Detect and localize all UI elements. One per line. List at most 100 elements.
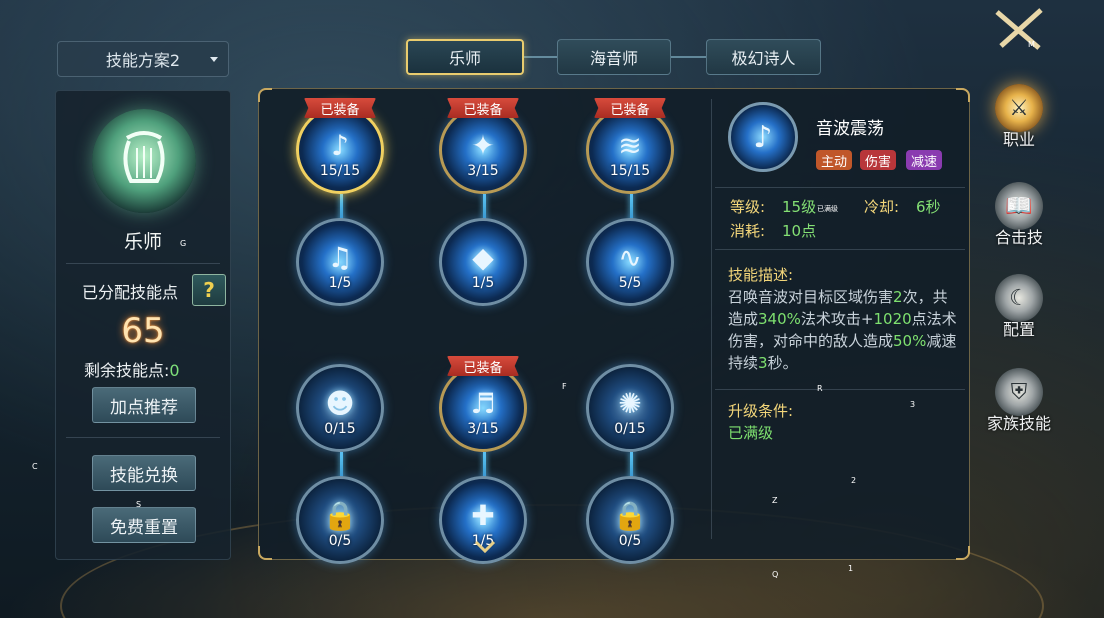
hotkey-hint-s: S xyxy=(136,500,142,509)
description-title: 技能描述: xyxy=(728,266,794,284)
cooldown-value: 6秒 xyxy=(916,198,941,216)
equipped-badge: 已装备 xyxy=(594,98,666,118)
skill-node[interactable]: 🔒 0/5 xyxy=(586,476,674,564)
hotkey-hint-3: 3 xyxy=(910,400,916,409)
skill-scheme-label: 技能方案2 xyxy=(105,51,181,70)
skill-exchange-button[interactable]: 技能兑换 xyxy=(92,455,196,491)
skill-level: 1/5 xyxy=(328,275,352,291)
skill-node[interactable]: ♪ 15/15 xyxy=(296,106,384,194)
allocated-points-label: 已分配技能点 xyxy=(82,283,179,302)
hotkey-hint-f: F xyxy=(562,382,567,391)
nav-config-label: 配置 xyxy=(1002,320,1035,339)
equipped-badge: 已装备 xyxy=(447,356,519,376)
free-reset-button[interactable]: 免费重置 xyxy=(92,507,196,543)
desc-number: 2 xyxy=(893,288,903,306)
skill-icon: ✚ xyxy=(471,499,495,532)
hotkey-hint-g: G xyxy=(180,239,187,248)
panel-corner xyxy=(258,88,272,102)
skill-icon: ✺ xyxy=(618,387,642,420)
sonic-wave-skill-icon: ♪ xyxy=(728,102,798,172)
skill-node[interactable]: ☻ 0/15 xyxy=(296,364,384,452)
skill-node[interactable]: ◆ 1/5 xyxy=(439,218,527,306)
nav-family-skill[interactable]: ⛨ 家族技能 xyxy=(984,368,1054,434)
skill-icon: ♪ xyxy=(331,129,349,162)
lock-icon: 🔒 xyxy=(612,499,648,532)
skill-level: 15/15 xyxy=(609,163,651,179)
crossed-feathers-icon xyxy=(995,8,1043,50)
skill-level: 3/15 xyxy=(467,163,499,179)
class-name: 乐师 xyxy=(123,231,162,253)
scroll-down-chevron-icon[interactable] xyxy=(474,540,496,554)
divider xyxy=(66,437,220,438)
cost-value: 10点 xyxy=(782,222,817,240)
upgrade-title: 升级条件: xyxy=(728,402,794,420)
tab-connector xyxy=(524,56,558,58)
tag-slow: 减速 xyxy=(906,150,943,170)
level-value: 15级 xyxy=(782,198,817,216)
book-icon: 📖 xyxy=(995,182,1043,230)
skill-icon: ♫ xyxy=(327,241,353,274)
nav-class[interactable]: ⚔ 职业 xyxy=(984,84,1054,150)
equipped-badge: 已装备 xyxy=(447,98,519,118)
skill-node[interactable]: ∿ 5/5 xyxy=(586,218,674,306)
moon-star-icon: ☾ xyxy=(995,274,1043,322)
skill-icon: ☻ xyxy=(325,387,355,420)
allocated-points-value: 65 xyxy=(121,311,165,351)
nav-class-label: 职业 xyxy=(1002,130,1035,149)
desc-text: 法术攻击+ xyxy=(800,310,874,328)
hotkey-hint-c: C xyxy=(32,462,38,471)
desc-number: 1020 xyxy=(873,310,912,328)
tab-fantasy-poet[interactable]: 极幻诗人 xyxy=(706,39,821,75)
desc-number: 3 xyxy=(758,354,768,372)
hotkey-hint-m: M xyxy=(1028,40,1035,49)
skill-level: 15/15 xyxy=(319,163,361,179)
level-label: 等级: xyxy=(730,198,766,216)
tag-active: 主动 xyxy=(816,150,853,170)
nav-config[interactable]: ☾ 配置 xyxy=(984,274,1054,340)
hotkey-hint-1: 1 xyxy=(848,564,854,573)
musician-class-emblem xyxy=(92,109,196,213)
skill-name: 音波震荡 xyxy=(816,119,884,139)
skill-icon: ≋ xyxy=(618,129,642,162)
skill-node[interactable]: ✦ 3/15 xyxy=(439,106,527,194)
tab-sea-musician[interactable]: 海音师 xyxy=(557,39,671,75)
panel-corner xyxy=(258,546,272,560)
recommend-button[interactable]: 加点推荐 xyxy=(92,387,196,423)
skill-icon: ✦ xyxy=(471,129,495,162)
nav-combo-skill[interactable]: 📖 B 合击技 xyxy=(984,182,1054,248)
tab-connector xyxy=(670,56,708,58)
shield-crest-icon: ⛨ xyxy=(995,368,1043,416)
skill-icon: ∿ xyxy=(618,241,642,274)
skill-node[interactable]: ♫ 1/5 xyxy=(296,218,384,306)
hotkey-hint-z: Z xyxy=(772,496,778,505)
skill-level: 3/15 xyxy=(467,421,499,437)
level-max-hint: 已满级 xyxy=(817,205,838,213)
lock-icon: 🔒 xyxy=(322,499,358,532)
cost-label: 消耗: xyxy=(730,222,766,240)
skill-level: 0/5 xyxy=(618,533,642,549)
divider xyxy=(66,263,220,264)
class-points-panel: 乐师 G 已分配技能点 ? 65 剩余技能点:0 加点推荐 技能兑换 免费重置 xyxy=(55,90,231,560)
upgrade-value: 已满级 xyxy=(728,424,774,442)
help-button[interactable]: ? xyxy=(192,274,226,306)
skill-level: 0/15 xyxy=(614,421,646,437)
skill-level: 0/5 xyxy=(328,533,352,549)
tag-damage: 伤害 xyxy=(860,150,897,170)
skill-scheme-dropdown[interactable]: 技能方案2 xyxy=(57,41,229,77)
nav-combo-skill-label: 合击技 xyxy=(994,228,1043,247)
skill-icon: ◆ xyxy=(472,241,494,274)
skill-node[interactable]: ♬ 3/15 xyxy=(439,364,527,452)
nav-family-skill-label: 家族技能 xyxy=(986,414,1051,433)
tab-musician[interactable]: 乐师 xyxy=(406,39,524,75)
skill-level: 0/15 xyxy=(324,421,356,437)
top-crossed-icon-button[interactable]: M xyxy=(984,4,1054,58)
skill-description: 召唤音波对目标区域伤害2次，共造成340%法术攻击+1020点法术伤害，对命中的… xyxy=(728,286,960,374)
lyre-icon xyxy=(123,131,165,183)
skill-node[interactable]: ✺ 0/15 xyxy=(586,364,674,452)
skill-node[interactable]: ≋ 15/15 xyxy=(586,106,674,194)
hotkey-hint-q: Q xyxy=(772,570,779,579)
skill-node[interactable]: 🔒 0/5 xyxy=(296,476,384,564)
equipped-badge: 已装备 xyxy=(304,98,376,118)
skill-level: 1/5 xyxy=(471,275,495,291)
remaining-points-label: 剩余技能点: xyxy=(84,361,170,380)
